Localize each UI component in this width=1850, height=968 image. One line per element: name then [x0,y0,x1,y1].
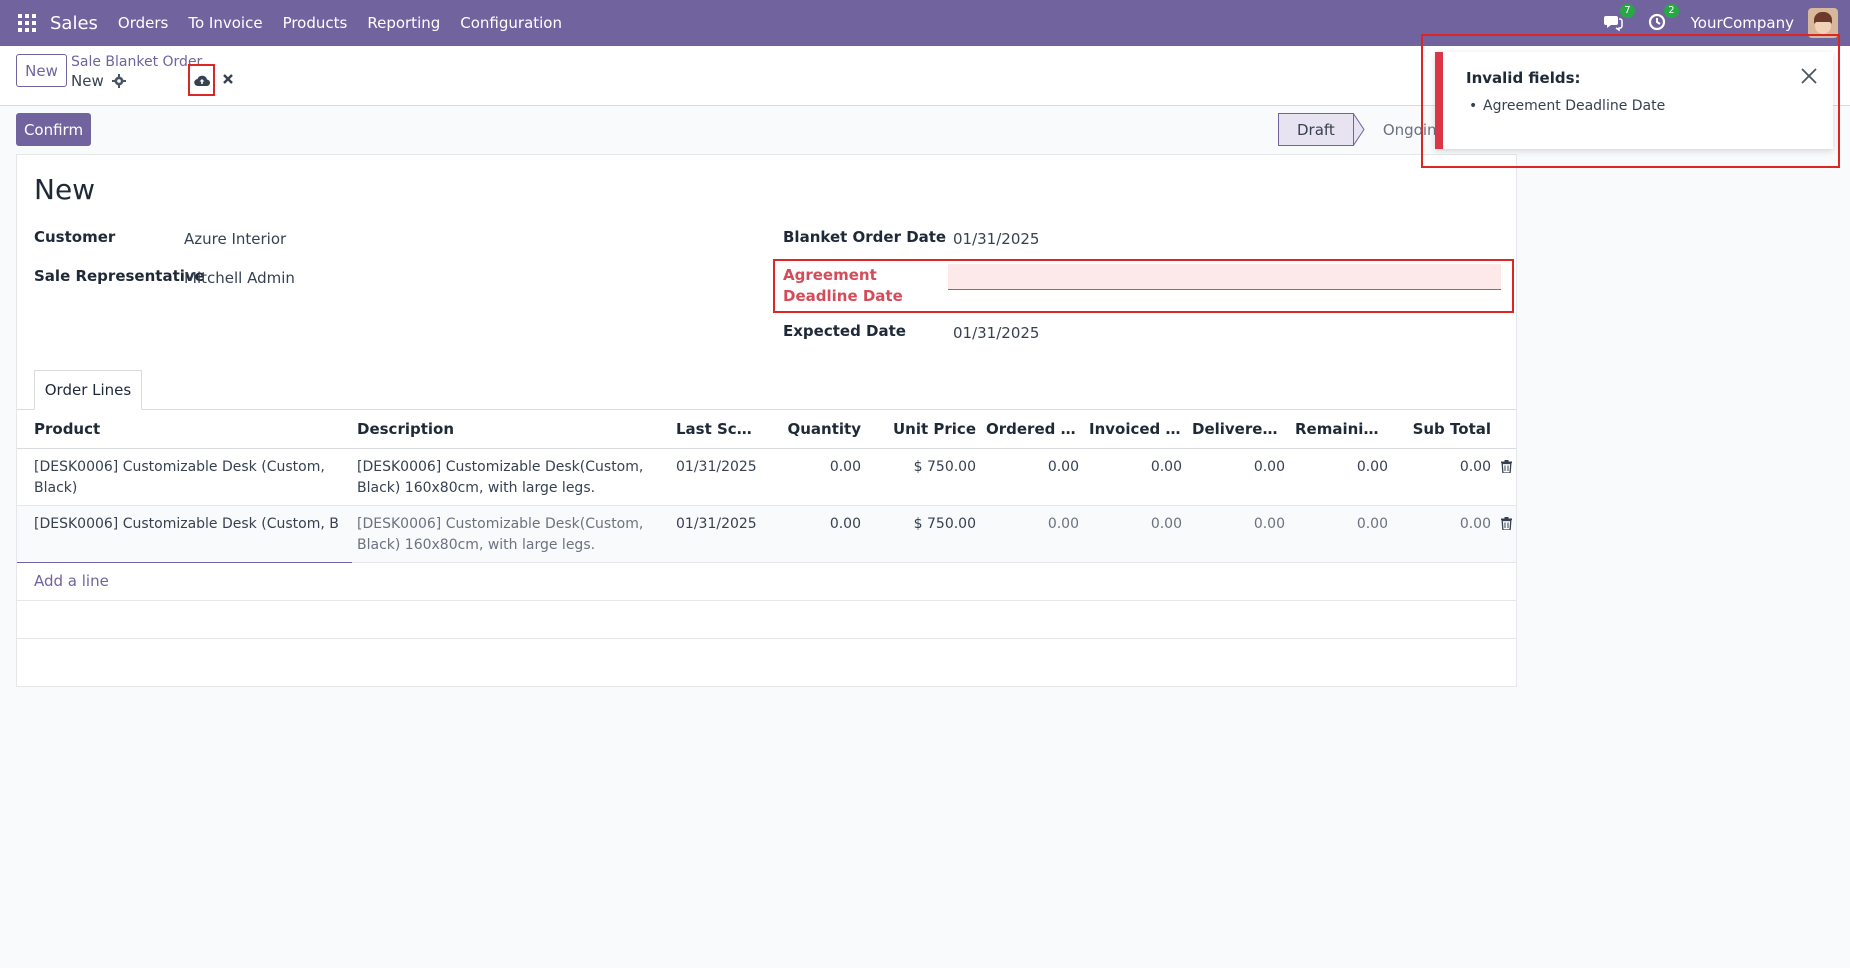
messages-badge: 7 [1620,4,1635,18]
table-header: Product Description Last Sche... Quantit… [17,410,1516,449]
stage-draft[interactable]: Draft [1278,113,1354,146]
cell-remaining: 0.00 [1290,448,1393,506]
col-quantity[interactable]: Quantity [761,410,866,449]
deadline-label: Agreement Deadline Date [783,266,903,305]
trash-icon[interactable] [1501,516,1512,530]
expected-date-label: Expected Date [783,322,906,340]
app-menu-icon[interactable] [18,14,36,32]
form-sheet: New Customer Azure Interior Sale Represe… [16,154,1517,687]
add-line-link[interactable]: Add a line [34,572,109,590]
col-unit-price[interactable]: Unit Price [866,410,981,449]
tab-order-lines[interactable]: Order Lines [34,370,142,410]
new-button[interactable]: New [16,54,67,87]
customer-label: Customer [34,228,116,246]
col-description[interactable]: Description [352,410,671,449]
notification-item: Agreement Deadline Date [1469,98,1665,114]
activities-badge: 2 [1664,4,1679,18]
menu-products[interactable]: Products [283,14,348,32]
deadline-input[interactable] [948,264,1501,290]
trash-icon[interactable] [1501,459,1512,473]
cell-invoiced: 0.00 [1084,505,1187,563]
gear-icon[interactable] [111,74,126,88]
cell-product[interactable]: [DESK0006] Customizable Desk (Custom, Bl… [17,448,352,506]
salesrep-label: Sale Representative [34,267,205,285]
breadcrumb-parent[interactable]: Sale Blanket Order [71,54,202,70]
col-last-scheduled[interactable]: Last Sche... [671,410,761,449]
cloud-upload-icon [193,75,210,86]
col-actions [1496,410,1516,449]
confirm-button[interactable]: Confirm [16,113,91,146]
cell-description[interactable]: [DESK0006] Customizable Desk(Custom, Bla… [352,505,671,563]
table-row[interactable]: [DESK0006] Customizable Desk (Custom, Bl… [17,448,1516,506]
cell-remaining: 0.00 [1290,505,1393,563]
menu-reporting[interactable]: Reporting [367,14,440,32]
col-product[interactable]: Product [17,410,352,449]
save-button[interactable] [188,64,215,96]
empty-row [17,638,1516,676]
app-name[interactable]: Sales [50,13,98,34]
menu-orders[interactable]: Orders [118,14,168,32]
salesrep-field[interactable]: Mitchell Admin [184,269,295,287]
col-ordered[interactable]: Ordered Qu... [981,410,1084,449]
notification-title: Invalid fields: [1466,69,1581,87]
cell-last-scheduled[interactable]: 01/31/2025 [671,448,761,506]
col-remaining[interactable]: Remaining ... [1290,410,1393,449]
messages-icon[interactable]: 7 [1603,4,1635,34]
company-switcher[interactable]: YourCompany [1691,14,1794,32]
cell-delivered: 0.00 [1187,505,1290,563]
cell-quantity[interactable]: 0.00 [761,505,866,563]
breadcrumb-current: New [71,72,126,90]
cell-unit-price[interactable]: $ 750.00 [866,448,981,506]
stage-arrow-icon [1352,113,1365,146]
order-date-label: Blanket Order Date [783,228,947,246]
discard-button[interactable] [222,70,234,89]
cell-product[interactable]: [DESK0006] Customizable Desk (Custom, B [17,505,352,563]
cell-description[interactable]: [DESK0006] Customizable Desk(Custom, Bla… [352,448,671,506]
expected-date-field[interactable]: 01/31/2025 [953,324,1039,342]
customer-field[interactable]: Azure Interior [184,230,286,248]
close-icon [223,74,233,84]
table-row[interactable]: [DESK0006] Customizable Desk (Custom, B … [17,505,1516,563]
cell-invoiced: 0.00 [1084,448,1187,506]
order-date-field[interactable]: 01/31/2025 [953,230,1039,248]
cell-last-scheduled[interactable]: 01/31/2025 [671,505,761,563]
menu-to-invoice[interactable]: To Invoice [188,14,262,32]
activities-icon[interactable]: 2 [1647,4,1679,34]
col-invoiced[interactable]: Invoiced Qu... [1084,410,1187,449]
cell-subtotal: 0.00 [1393,505,1496,563]
menu-configuration[interactable]: Configuration [460,14,562,32]
cell-unit-price[interactable]: $ 750.00 [866,505,981,563]
invalid-fields-notification: Invalid fields: Agreement Deadline Date [1435,52,1833,149]
col-subtotal[interactable]: Sub Total [1393,410,1496,449]
cell-ordered: 0.00 [981,448,1084,506]
cell-delete[interactable] [1496,448,1516,506]
add-line-row: Add a line [17,562,1516,601]
cell-delete[interactable] [1496,505,1516,563]
cell-subtotal: 0.00 [1393,448,1496,506]
cell-ordered: 0.00 [981,505,1084,563]
cell-delivered: 0.00 [1187,448,1290,506]
col-delivered[interactable]: Delivered Q... [1187,410,1290,449]
order-lines-table: Product Description Last Sche... Quantit… [17,410,1516,676]
record-name: New [34,173,96,206]
empty-row [17,600,1516,639]
breadcrumb-current-label: New [71,72,104,90]
close-icon[interactable] [1799,66,1819,86]
cell-quantity[interactable]: 0.00 [761,448,866,506]
